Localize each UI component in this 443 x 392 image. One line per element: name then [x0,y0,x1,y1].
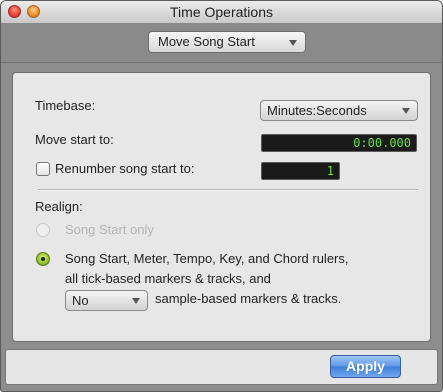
move-start-label: Move start to: [35,132,114,147]
radio-song-start-only[interactable] [36,223,50,237]
sample-based-select[interactable]: No [65,290,148,311]
realign-label: Realign: [35,199,83,214]
operation-bar: Move Song Start [1,24,442,63]
renumber-checkbox[interactable] [36,162,50,176]
chevron-down-icon [289,40,297,46]
chevron-down-icon [132,298,140,304]
radio-selected-dot [41,257,45,261]
rulers-label-line1: Song Start, Meter, Tempo, Key, and Chord… [65,251,349,266]
divider [38,189,418,191]
apply-button[interactable]: Apply [330,355,401,378]
window-title: Time Operations [170,4,273,20]
sample-based-select-value: No [72,293,89,308]
rulers-label-line2: all tick-based markers & tracks, and [65,271,271,286]
move-start-field[interactable]: 0:00.000 [261,134,417,152]
renumber-field[interactable]: 1 [261,162,340,180]
chevron-down-icon [402,108,410,114]
time-operations-window: Time Operations Move Song Start Timebase… [0,0,443,392]
timebase-select-value: Minutes:Seconds [267,103,367,118]
song-start-only-label: Song Start only [65,222,154,237]
sample-based-label: sample-based markers & tracks. [155,291,342,306]
operation-select[interactable]: Move Song Start [148,31,306,53]
timebase-label: Timebase: [35,98,96,113]
options-panel: Timebase: Minutes:Seconds Move start to:… [12,72,431,342]
radio-rulers[interactable] [36,252,50,266]
renumber-label: Renumber song start to: [55,161,195,176]
title-bar: Time Operations [1,1,442,24]
timebase-select[interactable]: Minutes:Seconds [260,100,418,121]
operation-select-value: Move Song Start [158,34,255,49]
